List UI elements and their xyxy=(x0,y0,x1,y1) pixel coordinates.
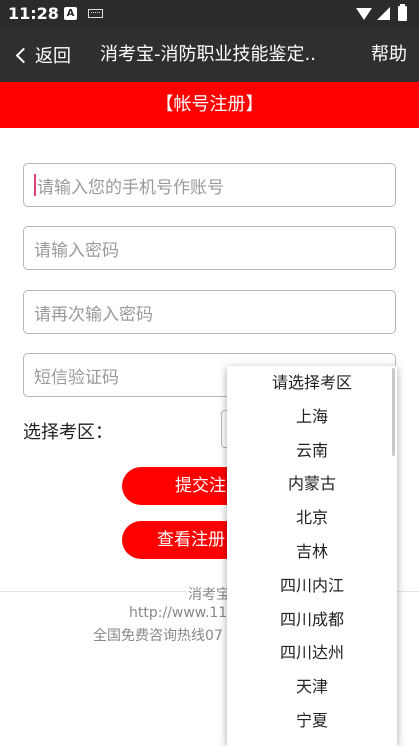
register-banner: 【帐号注册】 xyxy=(0,82,419,128)
region-label: 选择考区： xyxy=(23,422,113,443)
dropdown-option[interactable]: 上海 xyxy=(227,400,397,434)
keyboard-icon xyxy=(88,9,103,18)
dropdown-scrollbar[interactable] xyxy=(392,368,395,456)
footer-brand: 消考宝 xyxy=(186,584,227,604)
status-bar: 11:28 A xyxy=(0,0,419,28)
notification-app-icon: A xyxy=(64,7,77,20)
dropdown-option[interactable]: 云南 xyxy=(227,434,397,468)
dropdown-option[interactable]: 吉林 xyxy=(227,535,397,569)
region-dropdown[interactable]: 请选择考区 上海 云南 内蒙古 北京 吉林 四川内江 四川成都 四川达州 天津 … xyxy=(227,366,397,746)
dropdown-option[interactable]: 宁夏 xyxy=(227,704,397,738)
phone-input[interactable]: 请输入您的手机号作账号 xyxy=(23,163,396,207)
phone-placeholder: 请输入您的手机号作账号 xyxy=(37,177,224,198)
dropdown-option[interactable]: 内蒙古 xyxy=(227,467,397,501)
signal-icon xyxy=(377,7,390,20)
dropdown-option[interactable]: 四川内江 xyxy=(227,569,397,603)
password-confirm-placeholder: 请再次输入密码 xyxy=(34,304,153,325)
footer-url: http://www.119 xyxy=(129,605,227,621)
wifi-icon xyxy=(356,8,372,20)
dropdown-option[interactable]: 天津 xyxy=(227,670,397,704)
password-placeholder: 请输入密码 xyxy=(34,240,119,261)
nav-bar: 返回 消考宝-消防职业技能鉴定.. 帮助 xyxy=(0,28,419,82)
battery-icon xyxy=(398,4,407,21)
page-title: 消考宝-消防职业技能鉴定.. xyxy=(100,44,316,65)
password-input[interactable]: 请输入密码 xyxy=(23,226,396,270)
sms-placeholder: 短信验证码 xyxy=(34,367,119,388)
help-button[interactable]: 帮助 xyxy=(371,28,407,82)
dropdown-option[interactable]: 北京 xyxy=(227,501,397,535)
footer-hotline: 全国免费咨询热线07 xyxy=(93,628,223,644)
dropdown-option[interactable]: 四川成都 xyxy=(227,603,397,637)
status-time: 11:28 xyxy=(8,4,59,23)
chevron-left-icon xyxy=(15,47,32,63)
text-cursor xyxy=(34,174,36,196)
dropdown-option[interactable]: 四川达州 xyxy=(227,636,397,670)
back-button[interactable]: 返回 xyxy=(14,28,71,82)
password-confirm-input[interactable]: 请再次输入密码 xyxy=(23,290,396,334)
back-label: 返回 xyxy=(35,46,71,67)
dropdown-option[interactable]: 请选择考区 xyxy=(227,366,397,400)
